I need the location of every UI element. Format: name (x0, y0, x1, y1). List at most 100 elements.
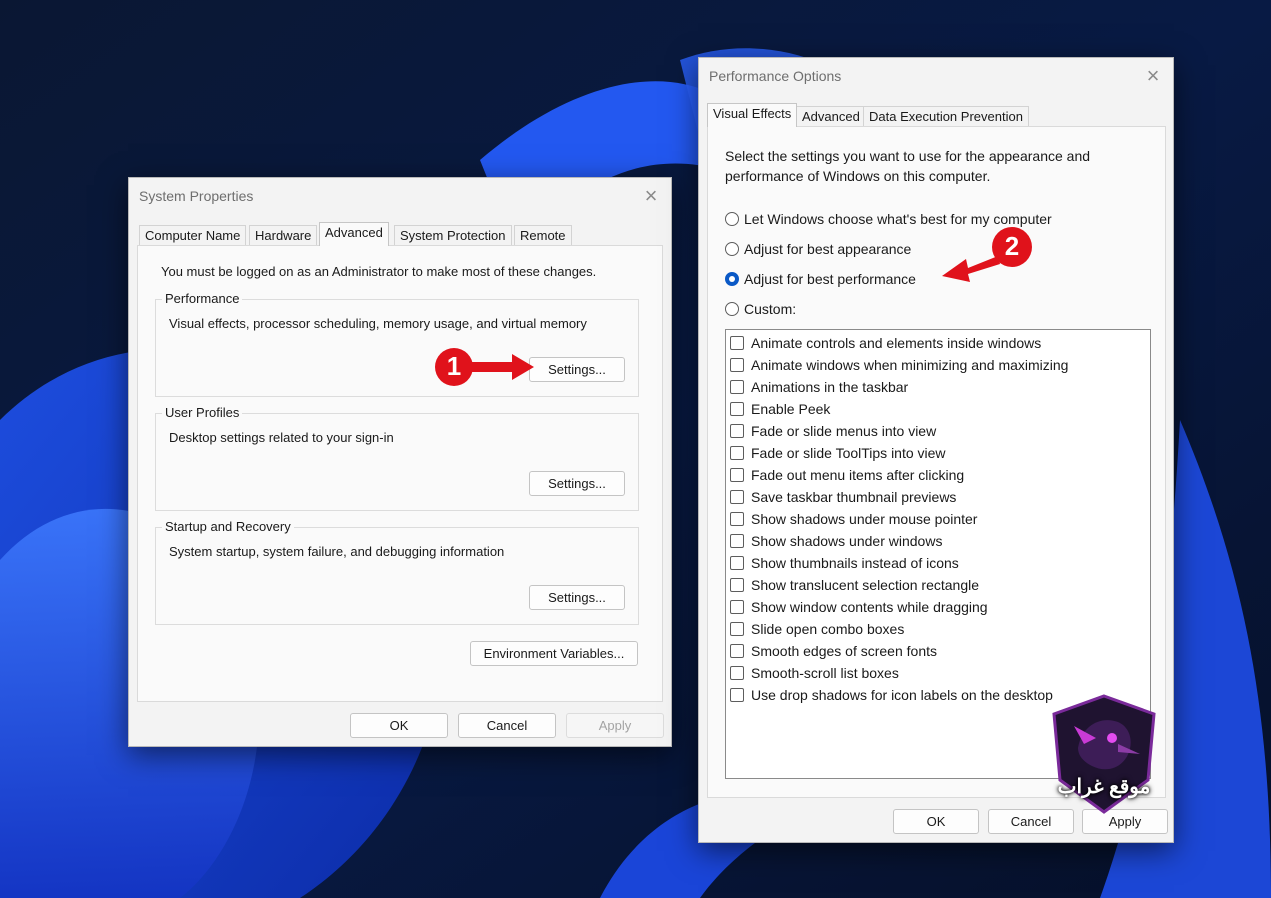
dialog-title: System Properties (139, 188, 254, 204)
radio-label: Custom: (744, 301, 797, 317)
radio-best-performance[interactable]: Adjust for best performance (725, 269, 916, 289)
group-label: Startup and Recovery (162, 519, 294, 534)
checkbox[interactable] (730, 600, 744, 614)
effect-item[interactable]: Animate controls and elements inside win… (730, 333, 1041, 353)
tab-data-execution-prevention[interactable]: Data Execution Prevention (863, 106, 1029, 126)
radio-button[interactable] (725, 212, 739, 226)
cancel-button[interactable]: Cancel (458, 713, 556, 738)
system-properties-dialog: System Properties × Computer Name Hardwa… (128, 177, 672, 747)
checkbox[interactable] (730, 622, 744, 636)
radio-best-appearance[interactable]: Adjust for best appearance (725, 239, 911, 259)
checkbox[interactable] (730, 556, 744, 570)
checkbox[interactable] (730, 644, 744, 658)
checkbox[interactable] (730, 666, 744, 680)
watermark-logo: موقع غراب (1048, 692, 1160, 816)
effect-item[interactable]: Show window contents while dragging (730, 597, 988, 617)
step-1-marker: 1 (434, 346, 544, 388)
effect-label: Show window contents while dragging (751, 599, 988, 615)
checkbox[interactable] (730, 688, 744, 702)
tab-advanced[interactable]: Advanced (319, 222, 389, 246)
radio-label: Adjust for best performance (744, 271, 916, 287)
tab-advanced[interactable]: Advanced (796, 106, 866, 126)
ok-button[interactable]: OK (893, 809, 979, 834)
effect-item[interactable]: Show translucent selection rectangle (730, 575, 979, 595)
effect-label: Smooth edges of screen fonts (751, 643, 937, 659)
effect-label: Show shadows under mouse pointer (751, 511, 978, 527)
admin-note: You must be logged on as an Administrato… (161, 264, 597, 279)
effect-item[interactable]: Show shadows under mouse pointer (730, 509, 977, 529)
startup-recovery-settings-button[interactable]: Settings... (529, 585, 625, 610)
radio-button-selected[interactable] (725, 272, 739, 286)
tab-hardware[interactable]: Hardware (249, 225, 318, 245)
step-1-number: 1 (446, 351, 462, 381)
effect-label: Slide open combo boxes (751, 621, 905, 637)
watermark-text: موقع غراب (1057, 776, 1151, 798)
tab-computer-name[interactable]: Computer Name (139, 225, 247, 245)
checkbox[interactable] (730, 358, 744, 372)
group-description: System startup, system failure, and debu… (169, 544, 505, 559)
effect-label: Animations in the taskbar (751, 379, 909, 395)
radio-button[interactable] (725, 302, 739, 316)
dialog-title: Performance Options (709, 68, 842, 84)
checkbox[interactable] (730, 336, 744, 350)
step-2-number: 2 (1004, 231, 1020, 261)
group-description: Desktop settings related to your sign-in (169, 430, 394, 445)
effect-item[interactable]: Slide open combo boxes (730, 619, 904, 639)
effect-label: Show translucent selection rectangle (751, 577, 980, 593)
apply-button[interactable]: Apply (566, 713, 664, 738)
intro-line-1: Select the settings you want to use for … (725, 148, 1091, 164)
effect-label: Show thumbnails instead of icons (751, 555, 959, 571)
user-profiles-group: User Profiles Desktop settings related t… (155, 405, 639, 511)
effect-label: Animate controls and elements inside win… (751, 335, 1042, 351)
effect-item[interactable]: Use drop shadows for icon labels on the … (730, 685, 1053, 705)
effect-item[interactable]: Show shadows under windows (730, 531, 942, 551)
effect-label: Show shadows under windows (751, 533, 943, 549)
checkbox[interactable] (730, 402, 744, 416)
effect-item[interactable]: Animations in the taskbar (730, 377, 908, 397)
effect-label: Save taskbar thumbnail previews (751, 489, 957, 505)
effect-item[interactable]: Fade or slide ToolTips into view (730, 443, 946, 463)
checkbox[interactable] (730, 512, 744, 526)
checkbox[interactable] (730, 490, 744, 504)
checkbox[interactable] (730, 380, 744, 394)
checkbox[interactable] (730, 468, 744, 482)
checkbox[interactable] (730, 534, 744, 548)
effect-item[interactable]: Save taskbar thumbnail previews (730, 487, 956, 507)
step-2-marker: 2 (938, 226, 1034, 284)
radio-label: Let Windows choose what's best for my co… (744, 211, 1052, 227)
effect-item[interactable]: Smooth edges of screen fonts (730, 641, 937, 661)
group-label: Performance (162, 291, 243, 306)
radio-button[interactable] (725, 242, 739, 256)
ok-button[interactable]: OK (350, 713, 448, 738)
startup-recovery-group: Startup and Recovery System startup, sys… (155, 519, 639, 625)
environment-variables-button[interactable]: Environment Variables... (470, 641, 638, 666)
checkbox[interactable] (730, 424, 744, 438)
checkbox[interactable] (730, 446, 744, 460)
radio-custom[interactable]: Custom: (725, 299, 796, 319)
close-icon[interactable]: × (636, 185, 666, 208)
effect-label: Fade or slide ToolTips into view (751, 445, 946, 461)
user-profiles-settings-button[interactable]: Settings... (529, 471, 625, 496)
intro-text: Select the settings you want to use for … (725, 146, 1090, 186)
tab-system-protection[interactable]: System Protection (394, 225, 512, 245)
close-icon[interactable]: × (1138, 65, 1168, 88)
effect-label: Enable Peek (751, 401, 831, 417)
effect-label: Fade or slide menus into view (751, 423, 937, 439)
advanced-tab-panel: You must be logged on as an Administrato… (137, 245, 663, 702)
tab-remote[interactable]: Remote (514, 225, 572, 245)
effect-label: Fade out menu items after clicking (751, 467, 965, 483)
effect-item[interactable]: Enable Peek (730, 399, 830, 419)
effect-item[interactable]: Fade or slide menus into view (730, 421, 936, 441)
checkbox[interactable] (730, 578, 744, 592)
intro-line-2: performance of Windows on this computer. (725, 168, 991, 184)
effect-label: Animate windows when minimizing and maxi… (751, 357, 1069, 373)
effect-item[interactable]: Show thumbnails instead of icons (730, 553, 959, 573)
effect-item[interactable]: Smooth-scroll list boxes (730, 663, 899, 683)
effect-item[interactable]: Animate windows when minimizing and maxi… (730, 355, 1068, 375)
radio-label: Adjust for best appearance (744, 241, 912, 257)
group-description: Visual effects, processor scheduling, me… (169, 316, 587, 331)
group-label: User Profiles (162, 405, 243, 420)
tab-visual-effects[interactable]: Visual Effects (707, 103, 798, 127)
performance-group: Performance Visual effects, processor sc… (155, 291, 639, 397)
effect-item[interactable]: Fade out menu items after clicking (730, 465, 964, 485)
